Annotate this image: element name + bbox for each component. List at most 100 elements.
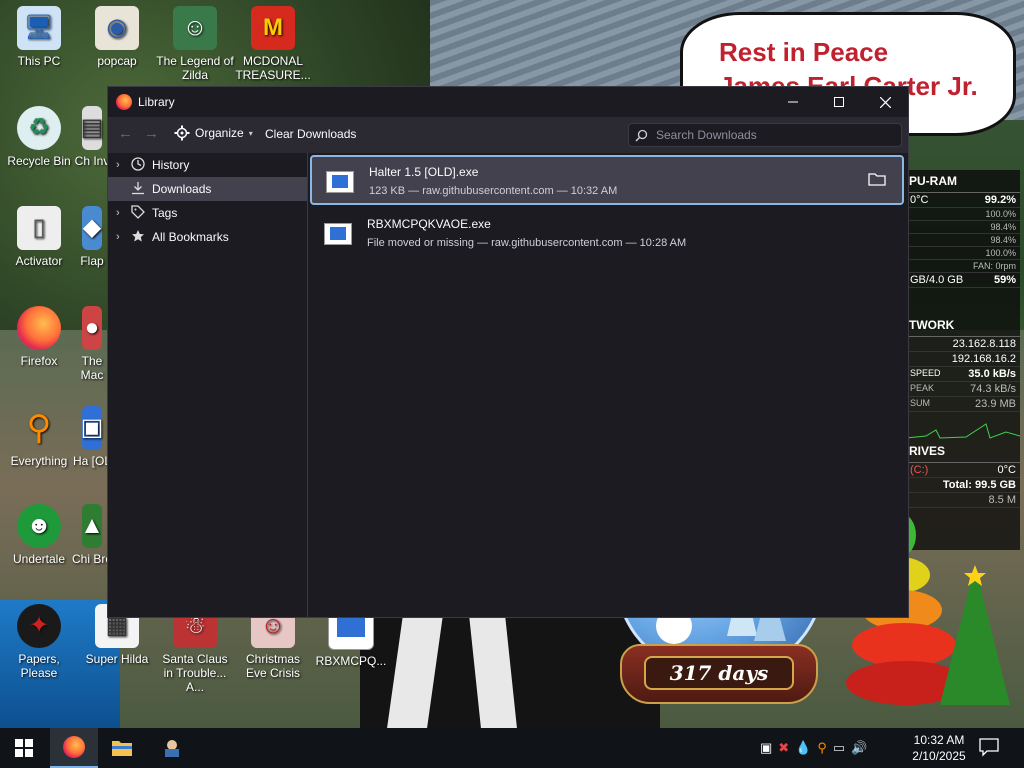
star-icon xyxy=(130,229,146,246)
taskbar-firefox-button[interactable] xyxy=(50,728,98,768)
clear-downloads-button[interactable]: Clear Downloads xyxy=(265,127,356,141)
window-titlebar[interactable]: Library xyxy=(108,87,908,117)
core-row: 98.4% xyxy=(906,234,1020,247)
search-input[interactable] xyxy=(654,127,888,143)
sum-label: SUM xyxy=(910,398,930,408)
sidebar-item-label: Downloads xyxy=(152,182,212,196)
tray-network-icon[interactable]: ▭ xyxy=(833,740,845,756)
sidebar-item-history[interactable]: › History xyxy=(108,153,307,177)
close-button[interactable] xyxy=(862,87,908,117)
desktop-icon-recycle-bin[interactable]: ♻ Recycle Bin xyxy=(0,106,78,168)
game-icon: ✦ xyxy=(17,604,61,648)
desktop-icon-everything[interactable]: ⚲ Everything xyxy=(0,406,78,468)
chevron-right-icon[interactable]: › xyxy=(116,159,130,171)
app-icon: ▤ xyxy=(81,106,103,150)
speed-row: SPEED 35.0 kB/s xyxy=(906,367,1020,382)
open-folder-button[interactable] xyxy=(868,171,886,187)
desktop-icon-label: Recycle Bin xyxy=(7,154,71,168)
window-title: Library xyxy=(138,95,175,109)
system-tray: ▣ ✖ 💧 ⚲ ▭ 🔊 xyxy=(760,728,867,768)
chevron-right-icon[interactable]: › xyxy=(116,207,130,219)
game-icon: ☺ xyxy=(173,6,217,50)
download-item[interactable]: Halter 1.5 [OLD].exe 123 KB — raw.github… xyxy=(310,155,904,205)
sidebar-item-downloads[interactable]: › Downloads xyxy=(108,177,307,201)
minimize-button[interactable] xyxy=(770,87,816,117)
sidebar-item-tags[interactable]: › Tags xyxy=(108,201,307,225)
forward-arrow-icon[interactable]: → xyxy=(144,125,159,142)
tray-shield-icon[interactable]: ✖ xyxy=(778,740,789,756)
tray-droplet-icon[interactable]: 💧 xyxy=(795,740,811,756)
cpu-total: 99.2% xyxy=(984,194,1016,206)
taskbar-file-explorer-button[interactable] xyxy=(98,728,146,768)
desktop-icon-label: Papers, Please xyxy=(18,652,60,680)
game-icon: ☻ xyxy=(17,504,61,548)
downloads-list: Halter 1.5 [OLD].exe 123 KB — raw.github… xyxy=(308,153,908,617)
speed-label: SPEED xyxy=(910,368,941,378)
desktop-icon-label: Ha [OL xyxy=(72,454,111,468)
desktop-icon-legend-of-zilda[interactable]: ☺ The Legend of Zilda xyxy=(156,6,234,82)
app-icon: ▣ xyxy=(81,406,103,450)
taskbar-app-button[interactable] xyxy=(148,728,196,768)
library-window[interactable]: Library ← → Organize ▾ Clear Downloads S… xyxy=(107,86,909,618)
exe-file-icon xyxy=(326,171,354,193)
core-value: 100.0% xyxy=(985,209,1016,219)
download-item[interactable]: RBXMCPQKVAOE.exe File moved or missing —… xyxy=(310,209,904,259)
ip-local: 192.168.16.2 xyxy=(951,353,1016,365)
library-toolbar: ← → Organize ▾ Clear Downloads xyxy=(108,117,908,153)
app-icon: ● xyxy=(82,306,102,350)
download-status: 123 KB — raw.githubusercontent.com — 10:… xyxy=(369,185,618,197)
sidebar-item-all-bookmarks[interactable]: › All Bookmarks xyxy=(108,225,307,249)
organize-button[interactable]: Organize ▾ xyxy=(174,125,253,141)
desktop-icon-label: The Legend of Zilda xyxy=(156,54,234,82)
desktop-icon-the-mac[interactable]: ● The Mac xyxy=(72,306,112,382)
desktop-icon-chi-bro[interactable]: ▲ Chi Bro xyxy=(72,504,112,566)
drive-total: Total: 99.5 GB xyxy=(942,479,1016,491)
ip-local-row: 192.168.16.2 xyxy=(906,352,1020,367)
organize-label: Organize xyxy=(195,126,244,140)
network-title: TWORK xyxy=(906,314,1020,337)
firefox-icon xyxy=(17,306,61,350)
start-button[interactable] xyxy=(0,728,48,768)
tray-app-icon[interactable]: ▣ xyxy=(760,740,772,756)
desktop-icon-label: The Mac xyxy=(80,354,104,382)
sum-row: SUM 23.9 MB xyxy=(906,397,1020,412)
search-box[interactable] xyxy=(628,123,902,147)
desktop-icon-label: Chi Bro xyxy=(72,552,113,566)
desktop-icon-label: MCDONAL TREASURE... xyxy=(235,54,311,82)
desktop-icon-undertale[interactable]: ☻ Undertale xyxy=(0,504,78,566)
firefox-icon xyxy=(63,736,85,758)
folder-icon: ◉ xyxy=(95,6,139,50)
library-sidebar: › History › Downloads › Tags › All B xyxy=(108,153,308,617)
desktop-icon-halter-old[interactable]: ▣ Ha [OL xyxy=(72,406,112,468)
maximize-icon xyxy=(834,97,844,107)
desktop-icon-this-pc[interactable]: 🖥 This PC xyxy=(0,6,78,68)
desktop-icon-activator[interactable]: ▯ Activator xyxy=(0,206,78,268)
desktop-icon-flap[interactable]: ◆ Flap xyxy=(72,206,112,268)
back-arrow-icon[interactable]: ← xyxy=(118,125,133,142)
download-filename: RBXMCPQKVAOE.exe xyxy=(367,217,491,231)
exe-file-icon xyxy=(324,223,352,245)
notifications-button[interactable] xyxy=(978,736,1002,760)
recycle-bin-icon: ♻ xyxy=(17,106,61,150)
peak-label: PEAK xyxy=(910,383,935,393)
desktop-icon-ch-inv[interactable]: ▤ Ch Inv xyxy=(72,106,112,168)
desktop-icon-popcap[interactable]: ◉ popcap xyxy=(78,6,156,68)
cpu-row: 0°C 99.2% xyxy=(906,193,1020,208)
taskbar-clock[interactable]: 10:32 AM 2/10/2025 xyxy=(906,732,972,764)
desktop-icon-label: Flap xyxy=(80,254,104,268)
desktop-icon-papers-please[interactable]: ✦ Papers, Please xyxy=(0,604,78,680)
cpu-ram-title: PU-RAM xyxy=(906,170,1020,193)
desktop-icon-label: RBXMCPQ... xyxy=(315,654,387,668)
chevron-right-icon[interactable]: › xyxy=(116,231,130,243)
desktop-icon-mcdonal-treasure[interactable]: M MCDONAL TREASURE... xyxy=(234,6,312,82)
maximize-button[interactable] xyxy=(816,87,862,117)
desktop-icon-firefox[interactable]: Firefox xyxy=(0,306,78,368)
fan-speed: FAN: 0rpm xyxy=(972,261,1016,271)
app-icon xyxy=(165,740,179,757)
drive-row: (C:) 0°C xyxy=(906,463,1020,478)
ram-row: GB/4.0 GB 59% xyxy=(906,273,1020,288)
speed-value: 35.0 kB/s xyxy=(968,368,1016,380)
tray-everything-icon[interactable]: ⚲ xyxy=(817,740,827,756)
tray-volume-icon[interactable]: 🔊 xyxy=(851,740,867,756)
sidebar-item-label: Tags xyxy=(152,206,178,220)
